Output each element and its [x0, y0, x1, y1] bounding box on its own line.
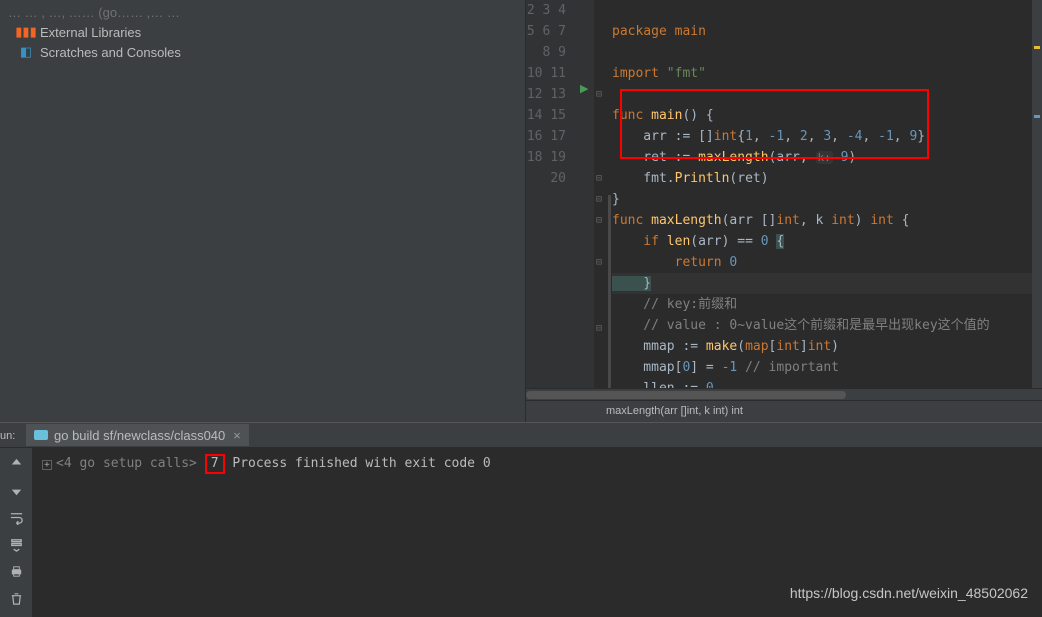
- editor-hscroll[interactable]: [526, 388, 1042, 400]
- error-stripe[interactable]: [1032, 0, 1042, 388]
- soft-wrap-icon[interactable]: [6, 508, 26, 526]
- run-tab[interactable]: go build sf/newclass/class040 ×: [26, 424, 249, 446]
- breadcrumb[interactable]: maxLength(arr []int, k int) int: [526, 400, 1042, 422]
- trash-icon[interactable]: [6, 589, 26, 607]
- tree-row-truncated[interactable]: … … , …, …… (go…… ,… …: [0, 2, 525, 22]
- run-gutter: ▶: [578, 0, 594, 388]
- scrollbar-thumb[interactable]: [526, 391, 846, 399]
- tree-row-external-libraries[interactable]: ▮▮▮ External Libraries: [0, 22, 525, 42]
- print-icon[interactable]: [6, 562, 26, 580]
- tree-label: Scratches and Consoles: [40, 45, 181, 60]
- arrow-up-icon[interactable]: [6, 454, 26, 472]
- run-tab-strip: un: go build sf/newclass/class040 ×: [0, 422, 1042, 448]
- highlight-box-code: [620, 89, 929, 159]
- tree-row-scratches[interactable]: ◧ Scratches and Consoles: [0, 42, 525, 62]
- scroll-end-icon[interactable]: [6, 535, 26, 553]
- tree-label: External Libraries: [40, 25, 141, 40]
- expand-icon[interactable]: +: [42, 460, 52, 470]
- exit-line: Process finished with exit code 0: [232, 456, 490, 471]
- run-tab-label: go build sf/newclass/class040: [54, 428, 225, 443]
- library-icon: ▮▮▮: [18, 24, 34, 40]
- close-icon[interactable]: ×: [233, 428, 241, 443]
- fold-gutter: ⊟ ⊟ ⊟ ⊟ ⊟ ⊟: [594, 0, 608, 388]
- go-icon: [34, 430, 48, 440]
- project-tree-panel[interactable]: … … , …, …… (go…… ,… … ▮▮▮ External Libr…: [0, 0, 526, 422]
- console-output[interactable]: +<4 go setup calls> 7 Process finished w…: [32, 448, 1042, 617]
- arrow-down-icon[interactable]: [6, 481, 26, 499]
- console-toolbar: [0, 448, 32, 617]
- highlight-box-output: 7: [205, 454, 225, 474]
- console-fold-row[interactable]: +<4 go setup calls>: [42, 456, 197, 471]
- line-gutter: 2 3 4 5 6 7 8 9 10 11 12 13 14 15 16 17 …: [526, 0, 578, 388]
- run-line-icon[interactable]: ▶: [580, 82, 588, 95]
- editor[interactable]: 2 3 4 5 6 7 8 9 10 11 12 13 14 15 16 17 …: [526, 0, 1042, 422]
- run-label: un:: [0, 428, 14, 442]
- watermark: https://blog.csdn.net/weixin_48502062: [790, 583, 1028, 603]
- code-area[interactable]: package main import "fmt" func main() { …: [608, 0, 1042, 388]
- scratches-icon: ◧: [18, 44, 34, 60]
